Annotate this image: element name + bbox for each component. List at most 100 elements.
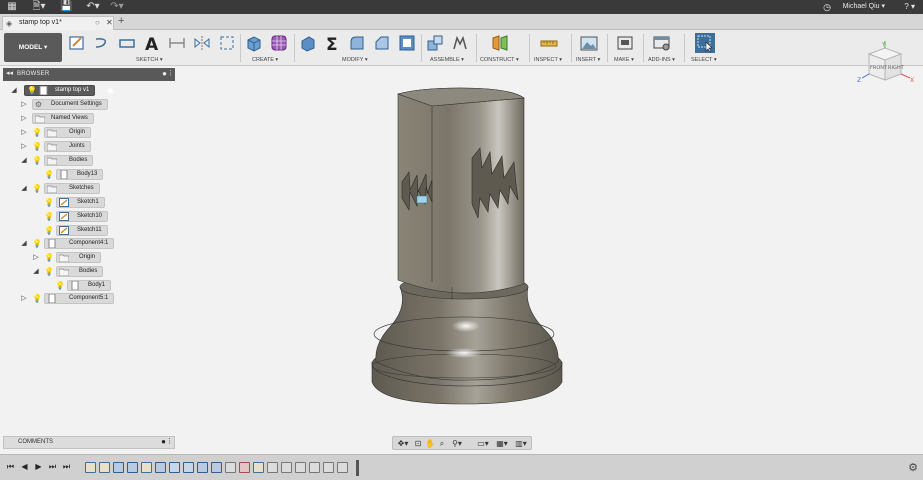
visibility-bulb-icon[interactable]: 💡 [32,142,42,151]
timeline-start-icon[interactable]: ⏮ [5,461,16,473]
pan-icon[interactable]: ✋ [425,438,435,449]
timeline-sketch-feature[interactable] [99,462,110,473]
tree-item-component4-bodies[interactable]: ◢ 💡 Bodies [32,266,104,277]
timeline-sketch-feature[interactable] [253,462,264,473]
form-icon[interactable] [270,34,288,52]
rectangle-icon[interactable] [118,34,136,52]
shell-icon[interactable] [398,34,416,52]
extrude-icon[interactable] [245,34,263,52]
file-menu-icon[interactable]: 🗎▾ [32,1,46,13]
press-pull-icon[interactable] [299,34,317,52]
tree-item-joints[interactable]: ▷ 💡 Joints [20,141,92,152]
zoom-window-icon[interactable]: ⌕ [437,438,447,449]
insert-group-label[interactable]: INSERT ▾ [576,57,600,63]
timeline-extrude-feature[interactable] [197,462,208,473]
app-grid-icon[interactable]: ▦ [6,1,18,13]
tree-item-component5[interactable]: ▷ 💡 Component5:1 [20,293,115,304]
timeline-move-feature[interactable] [337,462,348,473]
collapse-icon[interactable]: ◢ [10,86,18,95]
tree-item-sketch10[interactable]: 💡 Sketch10 [44,211,110,222]
timeline-next-icon[interactable]: ⏭ [47,461,58,473]
joint-icon[interactable] [451,34,469,52]
timeline-joint-feature[interactable] [225,462,236,473]
construct-group-label[interactable]: CONSTRUCT ▾ [480,57,519,63]
timeline-move-feature[interactable] [267,462,278,473]
activate-radio-icon[interactable]: ◉ [106,86,115,95]
modify-group-label[interactable]: MODIFY ▾ [342,57,368,63]
visibility-bulb-icon[interactable]: 💡 [55,281,65,290]
zoom-icon[interactable]: ⚲▾ [450,438,464,449]
visibility-bulb-icon[interactable]: 💡 [44,212,54,221]
collapse-panel-icon[interactable]: ◂◂ [6,69,13,77]
timeline-move-feature[interactable] [323,462,334,473]
viewcube-right-face[interactable]: RIGHT [888,65,905,71]
timeline-sketch-feature[interactable] [141,462,152,473]
insert-image-icon[interactable] [580,34,598,52]
close-tab-icon[interactable]: ✕ [106,18,113,27]
display-settings-icon[interactable]: ▭▾ [475,438,491,449]
select-icon[interactable] [695,33,715,53]
view-cube[interactable]: FRONT RIGHT Y X Z [855,40,917,90]
tree-item-sketch11[interactable]: 💡 Sketch11 [44,225,110,236]
tree-root[interactable]: ◢ stamp top v1 💡 ◉ [10,85,132,96]
new-tab-button[interactable]: + [118,15,124,28]
tree-item-document-settings[interactable]: ▷ Document Settings ⚙ [20,99,110,110]
model-viewport[interactable] [360,82,580,412]
timeline-extrude-feature[interactable] [211,462,222,473]
collapse-icon[interactable]: ◢ [32,267,40,276]
expand-icon[interactable]: ▷ [20,128,28,137]
timeline-extrude-feature[interactable] [127,462,138,473]
viewcube-front-face[interactable]: FRONT [870,65,888,71]
project-icon[interactable] [218,34,236,52]
select-group-label[interactable]: SELECT ▾ [691,57,717,63]
expand-icon[interactable]: ▷ [32,253,40,262]
timeline-extrude-feature[interactable] [113,462,124,473]
tree-item-body13[interactable]: 💡 Body13 [44,169,108,180]
addins-group-label[interactable]: ADD-INS ▾ [648,57,675,63]
tree-item-component4-origin[interactable]: ▷ 💡 Origin [32,252,102,263]
chamfer-icon[interactable] [373,34,391,52]
tree-item-named-views[interactable]: ▷ Named Views [20,113,100,124]
help-menu[interactable]: ? ▾ [904,0,915,14]
grid-settings-icon[interactable]: ▦▾ [494,438,510,449]
expand-icon[interactable]: ▷ [20,142,28,151]
visibility-bulb-icon[interactable]: 💡 [44,267,54,276]
visibility-bulb-icon[interactable]: 💡 [27,86,37,95]
tree-item-origin[interactable]: ▷ 💡 Origin [20,127,92,138]
clock-icon[interactable]: ◷ [823,0,831,14]
make-group-label[interactable]: MAKE ▾ [614,57,634,63]
offset-plane-icon[interactable] [491,34,509,52]
panel-grip-icon[interactable]: ⋮ [166,437,173,445]
browser-panel-header[interactable]: ◂◂ BROWSER ● ⋮ [3,68,175,81]
visibility-bulb-icon[interactable]: 💡 [44,170,54,179]
user-menu[interactable]: Michael Qiu ▾ [843,0,885,14]
panel-grip-icon[interactable]: ⋮ [167,69,174,77]
visibility-bulb-icon[interactable]: 💡 [44,226,54,235]
tree-item-component4[interactable]: ◢ 💡 Component4:1 [20,238,115,249]
timeline-move-feature[interactable] [295,462,306,473]
collapse-icon[interactable]: ◢ [20,239,28,248]
visibility-bulb-icon[interactable]: 💡 [32,156,42,165]
fillet-icon[interactable] [348,34,366,52]
timeline-move-feature[interactable] [281,462,292,473]
timeline-component-feature[interactable] [169,462,180,473]
workspace-switcher[interactable]: MODEL ▾ [4,33,62,62]
visibility-bulb-icon[interactable]: 💡 [44,253,54,262]
timeline-extrude-feature[interactable] [155,462,166,473]
viewports-icon[interactable]: ▥▾ [513,438,529,449]
visibility-bulb-icon[interactable]: 💡 [32,239,42,248]
line-icon[interactable] [93,34,111,52]
timeline-previous-icon[interactable]: ◀ [19,461,30,473]
orbit-icon[interactable]: ✥▾ [396,438,410,449]
look-at-icon[interactable]: ⊡ [413,438,423,449]
document-tab[interactable]: ◈ stamp top v1* ○ ✕ [2,16,114,30]
mirror-icon[interactable] [193,34,211,52]
save-icon[interactable]: 💾 [60,1,72,13]
timeline-component-feature[interactable] [183,462,194,473]
expand-icon[interactable]: ▷ [20,114,28,123]
measure-icon[interactable] [540,34,558,52]
expand-icon[interactable]: ▷ [20,294,28,303]
timeline-settings-gear-icon[interactable]: ⚙ [908,461,918,474]
visibility-bulb-icon[interactable]: 💡 [32,294,42,303]
timeline-play-icon[interactable]: ▶ [33,461,44,473]
